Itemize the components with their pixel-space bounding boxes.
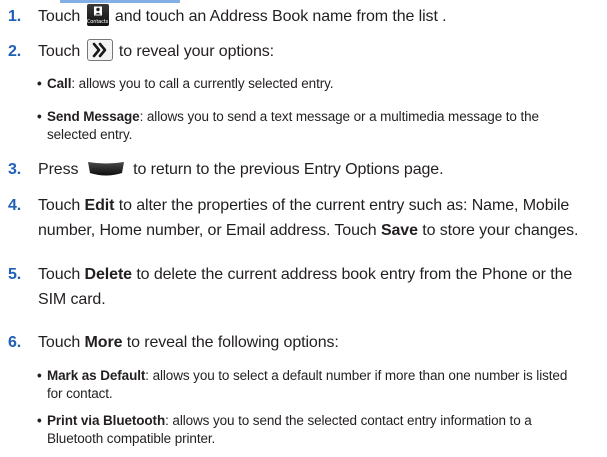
more-options-icon (86, 39, 113, 62)
manual-page: 1. Touch Contacts and touch an Address B… (0, 0, 607, 457)
step-text: Touch to reveal your options: (38, 39, 600, 64)
step-3: 3. Press to return to the previous Entry… (8, 157, 600, 183)
bullet-dot: • (37, 413, 42, 428)
step-text: Touch Edit to alter the properties of th… (38, 197, 579, 239)
step-2: 2. Touch to reveal your options: (8, 39, 600, 65)
step-number: 5. (8, 266, 22, 283)
contacts-icon-label: Contacts (86, 18, 109, 25)
list-item: • Call: allows you to call a currently s… (37, 76, 334, 91)
back-key-icon (87, 160, 125, 176)
list-item: • Send Message: allows you to send a tex… (37, 109, 539, 142)
step-text: Touch Contacts and touch an Address Book… (38, 3, 600, 29)
double-chevron-right-icon (92, 42, 106, 58)
step-number: 1. (8, 8, 22, 25)
bullet-dot: • (37, 76, 42, 91)
step-number: 6. (8, 334, 22, 351)
step-6: 6. Touch More to reveal the following op… (8, 330, 600, 356)
step-number: 3. (8, 161, 22, 178)
list-item: • Mark as Default: allows you to select … (37, 368, 568, 401)
step-4: 4. Touch Edit to alter the properties of… (8, 193, 600, 245)
step-text: Press to return to the previous Entry Op… (38, 160, 444, 178)
step-number: 2. (8, 43, 22, 60)
address-book-glyph-icon (93, 6, 102, 16)
bullet-dot: • (37, 368, 42, 383)
step-5: 5. Touch Delete to delete the current ad… (8, 262, 600, 314)
list-item: • Print via Bluetooth: allows you to sen… (37, 413, 532, 446)
step-text: Touch More to reveal the following optio… (38, 334, 339, 351)
step-text: Touch Delete to delete the current addre… (38, 266, 573, 308)
contacts-icon: Contacts (86, 3, 109, 26)
header-rule (60, 0, 180, 3)
bullet-dot: • (37, 109, 42, 124)
step-number: 4. (8, 197, 22, 214)
step-1: 1. Touch Contacts and touch an Address B… (8, 3, 600, 30)
